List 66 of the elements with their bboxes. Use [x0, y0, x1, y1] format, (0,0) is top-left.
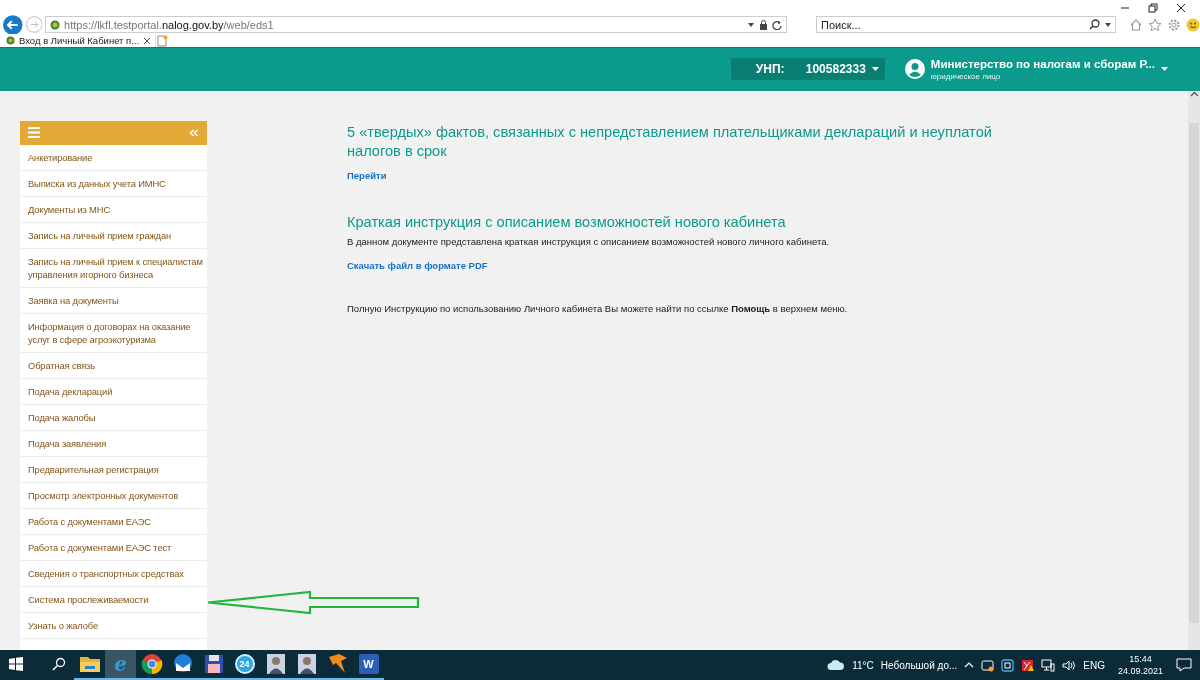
- section-link[interactable]: Скачать файл в формате PDF: [347, 259, 488, 271]
- search-icon[interactable]: [1089, 19, 1100, 30]
- weather-text[interactable]: Небольшой до...: [880, 659, 958, 671]
- square-icon[interactable]: [1001, 658, 1015, 672]
- notification-icon[interactable]: [1176, 658, 1192, 672]
- sidebar-item[interactable]: Заявка на документы: [20, 287, 207, 314]
- site-icon: [6, 36, 15, 45]
- section-title: 5 «твердых» фактов, связанных с непредставлением плательщиками деклараций и неуплатой налогов в срок: [347, 122, 993, 161]
- weather-temperature[interactable]: 11°C: [852, 659, 874, 671]
- sidebar-item[interactable]: Запись на личный прием к специалистам управления игорного бизнеса: [20, 248, 207, 288]
- sidebar-item[interactable]: Подача деклараций: [20, 378, 207, 405]
- section-text: В данном документе представлена краткая инструкция с описанием возможностей нового личного кабинета.: [347, 235, 831, 247]
- section-title: Краткая инструкция с описанием возможностей нового кабинета: [347, 212, 787, 232]
- sidebar-item[interactable]: Запись на личный прием граждан: [20, 222, 207, 249]
- section-link[interactable]: Перейти: [347, 169, 387, 181]
- word-icon: W: [358, 654, 379, 674]
- sidebar-item[interactable]: Просмотр электронных документов: [20, 482, 207, 509]
- sidebar-item[interactable]: Работа с документами ЕАЭС: [20, 508, 207, 535]
- user-avatar-icon: [904, 59, 925, 80]
- camera-icon[interactable]: [981, 658, 995, 672]
- taskbar-app[interactable]: W: [353, 650, 384, 680]
- sidebar-item[interactable]: Подача заявления: [20, 430, 207, 457]
- sidebar-item[interactable]: Выписка из данных учета ИМНС: [20, 170, 207, 197]
- shield-icon[interactable]: [1021, 658, 1035, 672]
- sidebar-item[interactable]: Работа с документами ЕАЭС тест: [20, 534, 207, 561]
- sidebar-item[interactable]: Анкетирование: [20, 144, 207, 171]
- search-icon: [51, 657, 66, 671]
- clock[interactable]: 15:44 24.09.2021: [1117, 653, 1163, 677]
- caret-icon: [871, 66, 879, 72]
- badge-icon: 24: [234, 654, 255, 674]
- star-icon[interactable]: [1148, 17, 1162, 32]
- search-field[interactable]: Поиск...: [816, 16, 1116, 33]
- chevron-up-icon[interactable]: [964, 661, 975, 669]
- close-icon[interactable]: [143, 36, 152, 45]
- scrollbar[interactable]: [1188, 90, 1200, 651]
- speaker-icon[interactable]: [1062, 658, 1077, 672]
- user-role: юридическое лицо: [930, 71, 1002, 81]
- smiley-icon[interactable]: [1186, 17, 1200, 32]
- sidebar-item[interactable]: Предварительная регистрация: [20, 456, 207, 483]
- language-indicator[interactable]: ENG: [1083, 659, 1105, 671]
- network-icon[interactable]: [1041, 658, 1056, 672]
- sidebar-item[interactable]: Документы из МНС: [20, 196, 207, 223]
- close-icon[interactable]: [1176, 2, 1186, 13]
- user-name[interactable]: Министерство по налогам и сборам Р...: [930, 57, 1155, 70]
- site-icon: [50, 19, 61, 30]
- back-button[interactable]: [3, 14, 23, 35]
- dropdown-icon[interactable]: [747, 20, 755, 29]
- scroll-up-icon[interactable]: [1189, 90, 1199, 97]
- sidebar-item[interactable]: Информация о договорах на оказание услуг в сфере агроэкотуризма: [20, 313, 207, 353]
- lock-icon: [759, 19, 768, 30]
- home-icon[interactable]: [1129, 17, 1143, 32]
- address-bar[interactable]: https://lkfl.testportal.nalog.gov.by/web/eds1: [45, 16, 787, 33]
- sidebar-item[interactable]: Система прослеживаемости: [20, 586, 207, 613]
- windows-icon: [8, 657, 23, 671]
- cloud-icon[interactable]: [827, 659, 846, 671]
- dropdown-icon[interactable]: [1104, 20, 1112, 29]
- browser-icon: e: [110, 654, 131, 674]
- refresh-icon[interactable]: [772, 19, 782, 30]
- restore-icon[interactable]: [1148, 2, 1158, 13]
- sidebar-item[interactable]: Узнать о жалобе: [20, 612, 207, 639]
- sidebar-item[interactable]: Обратная связь: [20, 352, 207, 379]
- caret-icon[interactable]: [1161, 66, 1168, 72]
- unp-selector[interactable]: УНП: 100582333: [730, 58, 885, 81]
- sidebar-item[interactable]: Сведения о транспортных средствах: [20, 560, 207, 587]
- help-note: Полную Инструкцию по использованию Личного кабинета Вы можете найти по ссылке Помощь в верхнем меню.: [347, 302, 849, 314]
- sidebar-item[interactable]: Подача жалобы: [20, 404, 207, 431]
